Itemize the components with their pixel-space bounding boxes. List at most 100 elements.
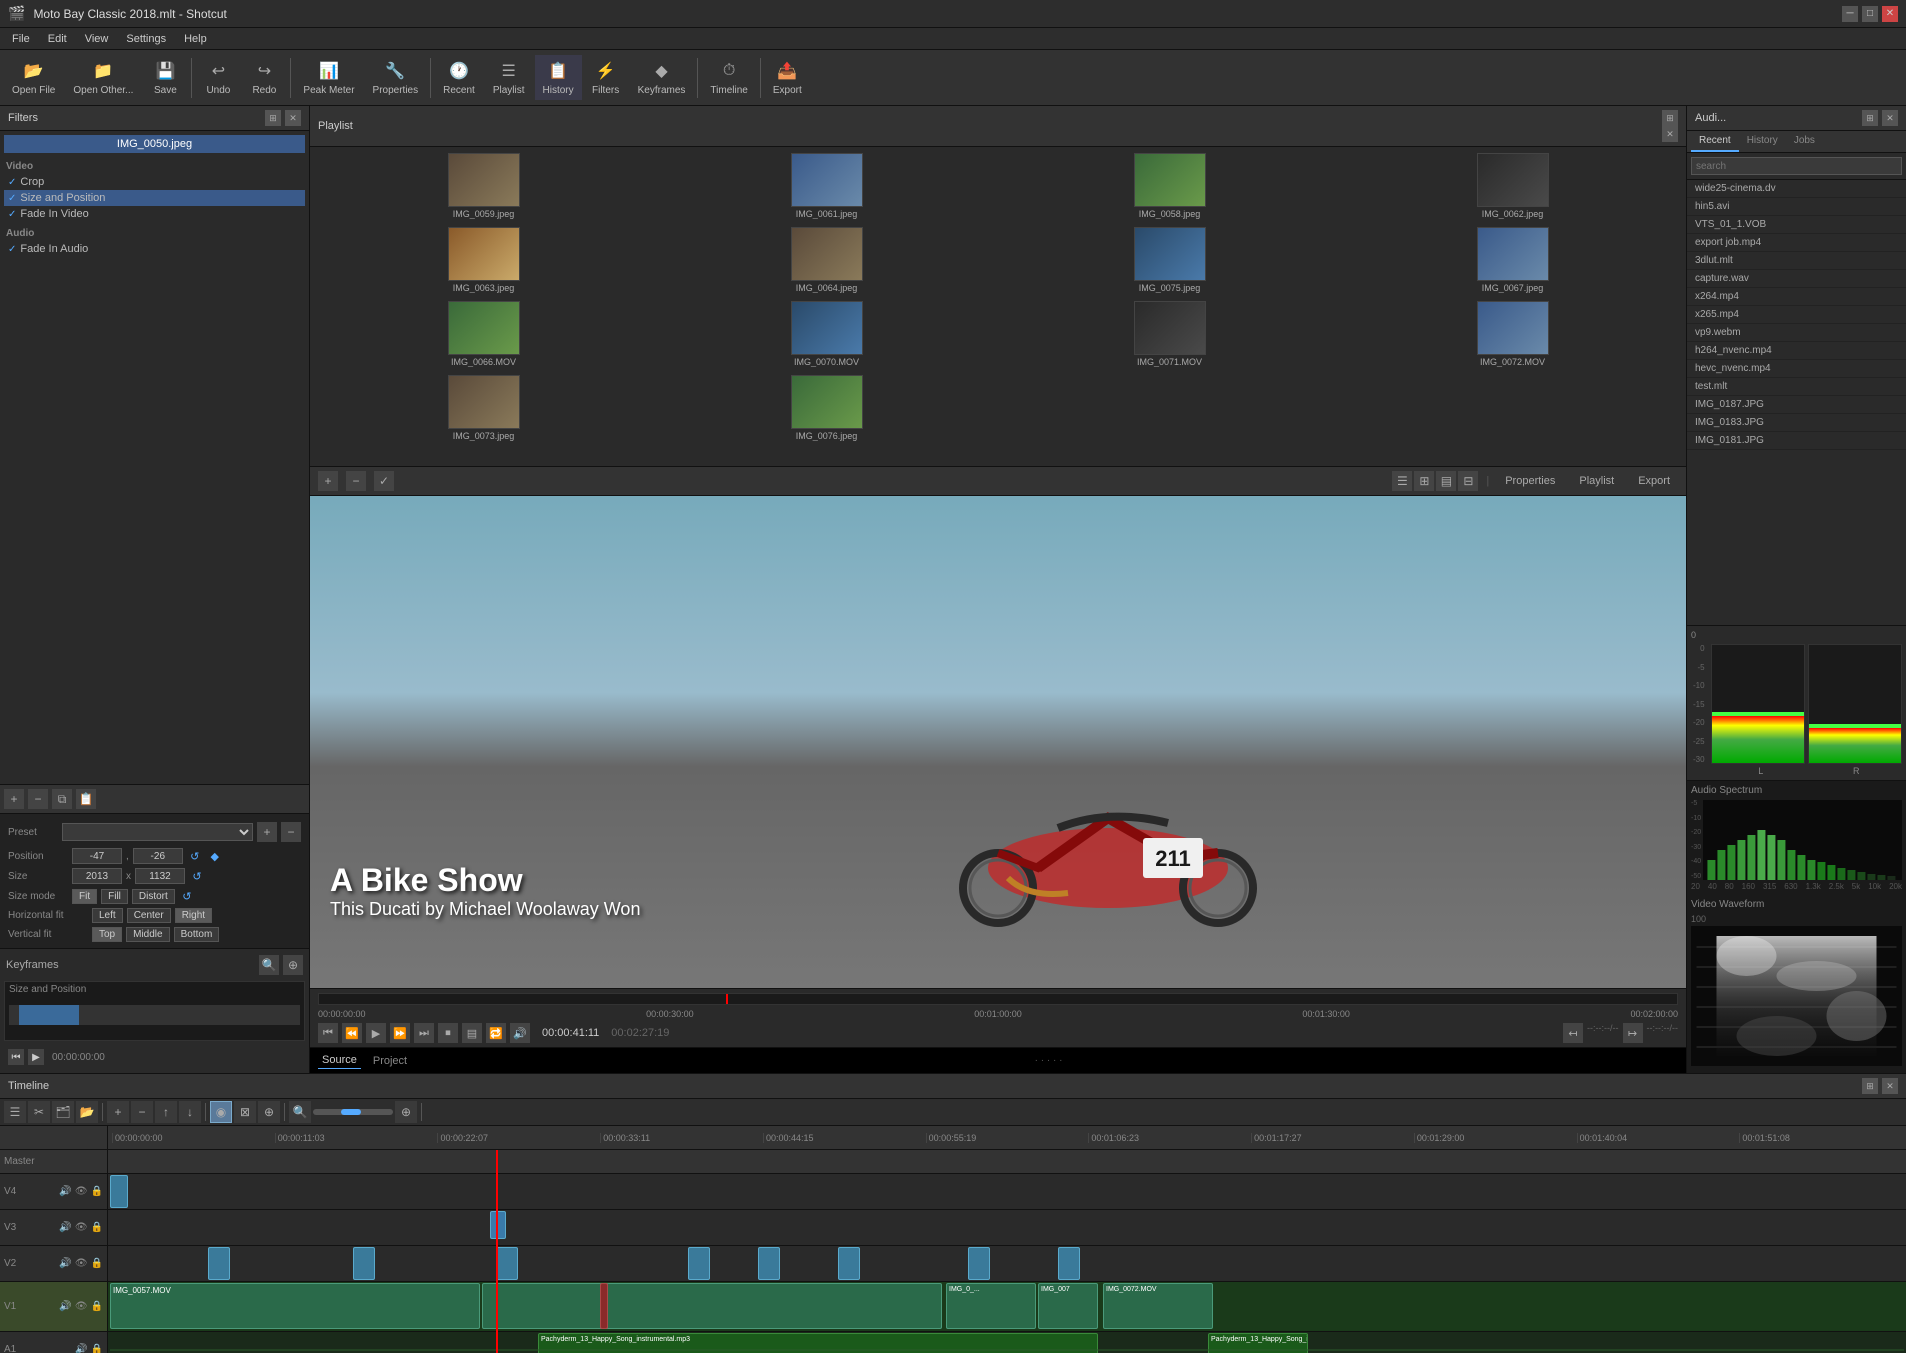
right-tab-recent[interactable]: Recent — [1691, 131, 1739, 152]
pl-list-view-button[interactable]: ☰ — [1392, 471, 1412, 491]
playlist-item[interactable]: IMG_0067.jpeg — [1343, 225, 1682, 295]
undo-button[interactable]: ↩ Undo — [196, 55, 240, 100]
pl-add-button[interactable]: + — [318, 471, 338, 491]
close-button[interactable]: ✕ — [1882, 6, 1898, 22]
filter-fade-in-audio[interactable]: ✓ Fade In Audio — [4, 241, 305, 257]
recent-file-item[interactable]: IMG_0183.JPG — [1687, 414, 1906, 432]
pl-properties-button[interactable]: Properties — [1497, 473, 1563, 489]
properties-button[interactable]: 🔧 Properties — [365, 55, 427, 100]
tl-add-track-button[interactable]: + — [107, 1101, 129, 1123]
keyframes-button[interactable]: ◆ Keyframes — [630, 55, 694, 100]
halign-right-button[interactable]: Right — [175, 908, 212, 923]
recent-file-item[interactable]: h264_nvenc.mp4 — [1687, 342, 1906, 360]
pl-detail-view-button[interactable]: ▤ — [1436, 471, 1456, 491]
size-mode-fit-button[interactable]: Fit — [72, 889, 97, 904]
transport-clip-button[interactable]: ▤ — [462, 1023, 482, 1043]
export-button[interactable]: 📤 Export — [765, 55, 810, 100]
pl-playlist-button[interactable]: Playlist — [1571, 473, 1622, 489]
preview-out-button[interactable]: ↦ — [1623, 1023, 1643, 1043]
v2-clip-5[interactable] — [758, 1247, 780, 1280]
filter-size-position[interactable]: ✓ Size and Position — [4, 190, 305, 206]
filter-crop[interactable]: ✓ Crop — [4, 174, 305, 190]
add-filter-button[interactable]: + — [4, 789, 24, 809]
maximize-button[interactable]: □ — [1862, 6, 1878, 22]
v1-mov-clip3[interactable]: IMG_0072.MOV — [1103, 1283, 1213, 1329]
position-reset-button[interactable]: ↺ — [187, 848, 203, 864]
valign-middle-button[interactable]: Middle — [126, 927, 169, 942]
v1-red-clip[interactable] — [600, 1283, 608, 1329]
v4-lock-icon[interactable]: 🔒 — [91, 1186, 103, 1197]
transport-beginning-button[interactable]: ⏮ — [318, 1023, 338, 1043]
a1-audio-icon[interactable]: 🔊 — [75, 1344, 87, 1353]
timeline-close-button[interactable]: ✕ — [1882, 1078, 1898, 1094]
playlist-item[interactable]: IMG_0062.jpeg — [1343, 151, 1682, 221]
tl-remove-track-button[interactable]: − — [131, 1101, 153, 1123]
transport-audio-button[interactable]: 🔊 — [510, 1023, 530, 1043]
filters-close-button[interactable]: ✕ — [285, 110, 301, 126]
timeline-float-button[interactable]: ⊞ — [1862, 1078, 1878, 1094]
tab-project[interactable]: Project — [369, 1053, 411, 1069]
tl-ripple-button[interactable]: ✂ — [28, 1101, 50, 1123]
playlist-close-button[interactable]: ✕ — [1662, 126, 1678, 142]
preview-in-button[interactable]: ↤ — [1563, 1023, 1583, 1043]
right-tab-jobs[interactable]: Jobs — [1786, 131, 1823, 152]
menu-help[interactable]: Help — [176, 31, 215, 47]
tab-source[interactable]: Source — [318, 1052, 361, 1069]
v4-eye-icon[interactable]: 👁 — [75, 1186, 88, 1197]
recent-file-item[interactable]: vp9.webm — [1687, 324, 1906, 342]
v3-lock-icon[interactable]: 🔒 — [91, 1222, 103, 1233]
size-mode-reset-button[interactable]: ↺ — [179, 888, 195, 904]
recent-file-item[interactable]: IMG_0181.JPG — [1687, 432, 1906, 450]
kf-play-button[interactable]: ▶ — [28, 1049, 44, 1065]
minimize-button[interactable]: ─ — [1842, 6, 1858, 22]
menu-view[interactable]: View — [77, 31, 117, 47]
peak-meter-button[interactable]: 📊 Peak Meter — [295, 55, 362, 100]
recent-file-item[interactable]: x264.mp4 — [1687, 288, 1906, 306]
a1-lock-icon[interactable]: 🔒 — [91, 1344, 103, 1353]
v4-clip-1[interactable] — [110, 1175, 128, 1208]
halign-center-button[interactable]: Center — [127, 908, 171, 923]
size-h-input[interactable] — [135, 868, 185, 884]
a1-audio-clip-2[interactable]: Pachyderm_13_Happy_Song_instrumental.mp3 — [1208, 1333, 1308, 1353]
v2-lock-icon[interactable]: 🔒 — [91, 1258, 103, 1269]
tl-track-button[interactable]: 📂 — [76, 1101, 98, 1123]
open-file-button[interactable]: 📂 Open File — [4, 55, 63, 100]
playlist-item[interactable]: IMG_0072.MOV — [1343, 299, 1682, 369]
tl-zoom-in-button[interactable]: ⊕ — [395, 1101, 417, 1123]
v2-clip-1[interactable] — [208, 1247, 230, 1280]
kf-zoom-in-button[interactable]: ⊕ — [283, 955, 303, 975]
a1-audio-clip-1[interactable]: Pachyderm_13_Happy_Song_instrumental.mp3 — [538, 1333, 1098, 1353]
transport-prev-button[interactable]: ⏪ — [342, 1023, 362, 1043]
timeline-button[interactable]: ⏱ Timeline — [702, 55, 755, 100]
tl-zoom-out-button[interactable]: 🔍 — [289, 1101, 311, 1123]
v3-audio-icon[interactable]: 🔊 — [59, 1222, 71, 1233]
v1-lock-icon[interactable]: 🔒 — [91, 1301, 103, 1312]
playlist-item[interactable]: IMG_0059.jpeg — [314, 151, 653, 221]
v1-eye-icon[interactable]: 👁 — [75, 1301, 88, 1312]
pl-remove-button[interactable]: − — [346, 471, 366, 491]
filters-float-button[interactable]: ⊞ — [265, 110, 281, 126]
tl-scrub-button[interactable]: 🗂 — [52, 1101, 74, 1123]
halign-left-button[interactable]: Left — [92, 908, 123, 923]
recent-button[interactable]: 🕐 Recent — [435, 55, 483, 100]
v1-audio-icon[interactable]: 🔊 — [59, 1301, 71, 1312]
recent-file-item[interactable]: capture.wav — [1687, 270, 1906, 288]
v4-audio-icon[interactable]: 🔊 — [59, 1186, 71, 1197]
filters-button[interactable]: ⚡ Filters — [584, 55, 628, 100]
recent-file-item[interactable]: hevc_nvenc.mp4 — [1687, 360, 1906, 378]
menu-file[interactable]: File — [4, 31, 38, 47]
recent-file-item[interactable]: export job.mp4 — [1687, 234, 1906, 252]
tl-drop-button[interactable]: ↓ — [179, 1101, 201, 1123]
position-keyframe-button[interactable]: ◆ — [207, 848, 223, 864]
playlist-item[interactable]: IMG_0070.MOV — [657, 299, 996, 369]
size-w-input[interactable] — [72, 868, 122, 884]
transport-next-button[interactable]: ⏩ — [390, 1023, 410, 1043]
v3-eye-icon[interactable]: 👁 — [75, 1222, 88, 1233]
v2-audio-icon[interactable]: 🔊 — [59, 1258, 71, 1269]
playlist-float-button[interactable]: ⊞ — [1662, 110, 1678, 126]
pl-check-button[interactable]: ✓ — [374, 471, 394, 491]
tl-menu-button[interactable]: ☰ — [4, 1101, 26, 1123]
transport-stop-button[interactable]: ⏹ — [438, 1023, 458, 1043]
tl-snap-button[interactable]: ◉ — [210, 1101, 232, 1123]
paste-filter-button[interactable]: 📋 — [76, 789, 96, 809]
